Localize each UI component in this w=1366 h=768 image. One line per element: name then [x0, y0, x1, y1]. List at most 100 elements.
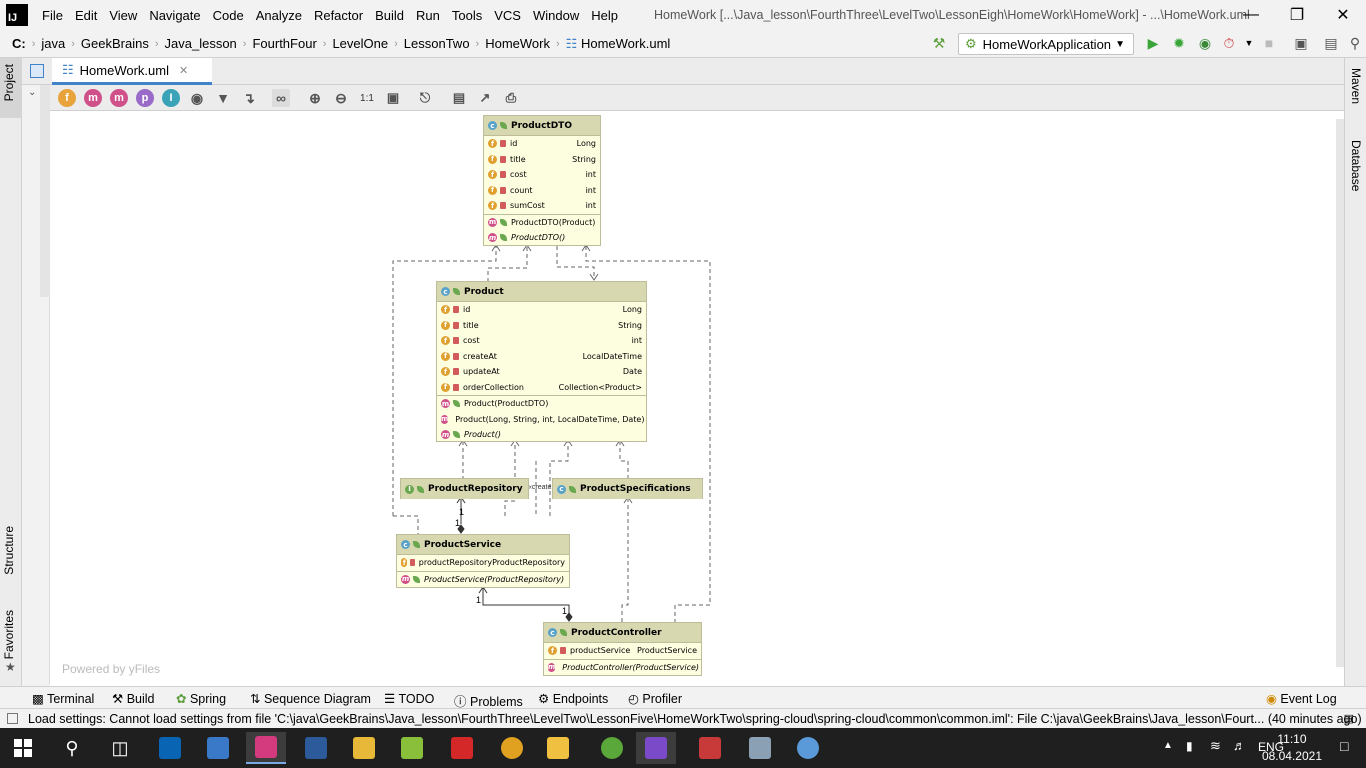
menu-refactor[interactable]: Refactor: [308, 8, 369, 23]
pdf-reader-icon[interactable]: [442, 732, 482, 764]
remote-desktop-icon[interactable]: [198, 732, 238, 764]
tool-tab-maven[interactable]: Maven: [1349, 68, 1363, 104]
file-explorer-icon[interactable]: [538, 732, 578, 764]
tool-tab-endpoints[interactable]: ⚙ Endpoints: [538, 691, 608, 706]
search-everywhere-icon[interactable]: ⚲: [1346, 34, 1364, 52]
volume-icon[interactable]: ♬: [1233, 738, 1246, 753]
breadcrumb-levelone[interactable]: LevelOne: [326, 36, 394, 51]
tool-tab-profiler[interactable]: ◴ Profiler: [628, 691, 682, 706]
show-constructors-icon[interactable]: m: [84, 89, 102, 107]
spreadsheet-icon[interactable]: [392, 732, 432, 764]
tool-tab-todo[interactable]: ☰ TODO: [384, 691, 434, 706]
close-tab-icon[interactable]: ✕: [179, 64, 188, 77]
menu-analyze[interactable]: Analyze: [250, 8, 308, 23]
clock[interactable]: 11:10 08.04.2021: [1262, 731, 1322, 765]
fit-content-icon[interactable]: ▣: [384, 89, 402, 107]
profile-icon[interactable]: ⏱: [1220, 34, 1238, 52]
breadcrumb-fourthfour[interactable]: FourthFour: [246, 36, 322, 51]
class-node-productcontroller[interactable]: c ProductController f productService Produc…: [543, 622, 702, 676]
project-panel-scrollbar[interactable]: [40, 85, 50, 297]
intellij-idea-taskbar-icon[interactable]: [246, 732, 286, 764]
menu-window[interactable]: Window: [527, 8, 585, 23]
diagram-canvas[interactable]: 1 1 1 1 «create» c ProductDTO f id Long f ti…: [50, 111, 1344, 686]
class-node-productspecifications[interactable]: c ProductSpecifications: [552, 478, 703, 499]
close-icon[interactable]: ✕: [1320, 0, 1366, 30]
tool-tab-build[interactable]: ⚒ Build: [112, 691, 154, 706]
run-icon[interactable]: ▶: [1144, 34, 1162, 52]
status-checkbox-icon[interactable]: [7, 713, 18, 724]
more-run-chevron-icon[interactable]: ▼: [1240, 34, 1258, 52]
tool-tab-sequence-diagram[interactable]: ⇅ Sequence Diagram: [250, 691, 371, 706]
breadcrumb-lessontwo[interactable]: LessonTwo: [398, 36, 476, 51]
vpn-client-icon[interactable]: [296, 732, 336, 764]
debug-icon[interactable]: ✹: [1170, 34, 1188, 52]
restore-icon[interactable]: ❐: [1274, 0, 1320, 30]
show-methods-icon[interactable]: m: [110, 89, 128, 107]
chrome-icon[interactable]: [492, 732, 532, 764]
status-message[interactable]: Load settings: Cannot load settings from…: [28, 712, 1362, 726]
zoom-in-icon[interactable]: ⊕: [306, 89, 324, 107]
minimize-icon[interactable]: —: [1228, 0, 1274, 30]
chevron-down-icon[interactable]: ⌄: [28, 87, 36, 98]
menu-vcs[interactable]: VCS: [488, 8, 527, 23]
link-icon[interactable]: ∞: [272, 89, 290, 107]
tool-tab-event-log[interactable]: ◉ Event Log: [1266, 691, 1337, 706]
layout-icon[interactable]: ⎋: [416, 89, 434, 107]
menu-file[interactable]: File: [36, 8, 69, 23]
save-diagram-icon[interactable]: ▤: [450, 89, 468, 107]
class-node-productservice[interactable]: c ProductService f productRepository Produc…: [396, 534, 570, 588]
notifications-icon[interactable]: □: [1340, 738, 1348, 754]
intellij-logo-icon[interactable]: IJ: [6, 4, 28, 26]
wifi-icon[interactable]: ≋: [1210, 738, 1221, 754]
system-monitor-icon[interactable]: [740, 732, 780, 764]
filter-icon[interactable]: ▼: [214, 89, 232, 107]
breadcrumb-java[interactable]: java: [35, 36, 71, 51]
tool-tab-terminal[interactable]: ▩ Terminal: [32, 691, 94, 706]
task-view-icon[interactable]: ◫: [100, 732, 140, 764]
stop-icon[interactable]: ■: [1260, 34, 1278, 52]
torrent-client-icon[interactable]: [592, 732, 632, 764]
print-icon[interactable]: ⎙: [502, 89, 520, 107]
interface-node-productrepository[interactable]: I ProductRepository: [400, 478, 529, 499]
menu-navigate[interactable]: Navigate: [143, 8, 206, 23]
outlook-icon[interactable]: [150, 732, 190, 764]
vertical-scrollbar[interactable]: [1336, 119, 1344, 667]
status-expand-icon[interactable]: ▤: [1344, 712, 1354, 725]
breadcrumb-drive[interactable]: C:: [0, 36, 32, 51]
run-configuration-select[interactable]: ⚙ HomeWorkApplication ▼: [958, 33, 1134, 55]
build-hammer-icon[interactable]: ⚒: [930, 34, 948, 52]
class-node-productdto[interactable]: c ProductDTO f id Long f title String f cost in…: [483, 115, 601, 246]
tool-tab-spring[interactable]: ✿ Spring: [176, 691, 226, 706]
search-icon[interactable]: ⚲: [52, 732, 92, 764]
show-properties-icon[interactable]: p: [136, 89, 154, 107]
run-with-coverage-icon[interactable]: ◉: [1196, 34, 1214, 52]
breadcrumb-file[interactable]: ☷ HomeWork.uml: [560, 36, 677, 52]
windows-start-icon[interactable]: [3, 732, 43, 764]
paint-icon[interactable]: [788, 732, 828, 764]
show-hidden-icons-icon[interactable]: ▲: [1163, 740, 1173, 751]
project-view-icon[interactable]: [30, 64, 44, 78]
breadcrumb-java-lesson[interactable]: Java_lesson: [159, 36, 243, 51]
menu-code[interactable]: Code: [207, 8, 250, 23]
presentation-mode-icon[interactable]: ▤: [1322, 34, 1340, 52]
class-node-product[interactable]: c Product f id Long f title String f cost int f…: [436, 281, 647, 442]
menu-tools[interactable]: Tools: [446, 8, 488, 23]
menu-build[interactable]: Build: [369, 8, 410, 23]
breadcrumb-geekbrains[interactable]: GeekBrains: [75, 36, 155, 51]
tool-tab-structure[interactable]: Structure: [2, 526, 16, 575]
breadcrumb-homework[interactable]: HomeWork: [479, 36, 556, 51]
eye-icon[interactable]: ◉: [188, 89, 206, 107]
tool-tab-project[interactable]: Project: [2, 64, 16, 101]
git-client-icon[interactable]: [344, 732, 384, 764]
edge-routing-icon[interactable]: ↴: [240, 89, 258, 107]
tool-tab-database[interactable]: Database: [1349, 140, 1363, 191]
tab-homework-uml[interactable]: ☷ HomeWork.uml ✕: [52, 58, 212, 85]
show-fields-icon[interactable]: f: [58, 89, 76, 107]
project-structure-icon[interactable]: ▣: [1292, 34, 1310, 52]
menu-help[interactable]: Help: [585, 8, 624, 23]
tool-tab-favorites[interactable]: Favorites: [2, 610, 16, 659]
menu-run[interactable]: Run: [410, 8, 446, 23]
zoom-out-icon[interactable]: ⊖: [332, 89, 350, 107]
show-inner-classes-icon[interactable]: I: [162, 89, 180, 107]
actual-size-button[interactable]: 1:1: [358, 89, 376, 107]
